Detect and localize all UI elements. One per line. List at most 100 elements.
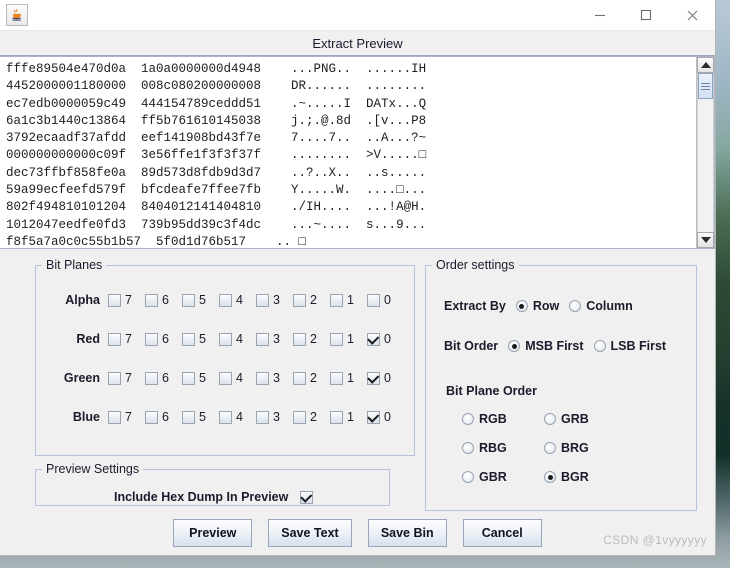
bit-plane-order-radio-gbr[interactable] [462,471,474,483]
bit-cell-red-2[interactable]: 2 [293,332,330,346]
bit-cell-alpha-7[interactable]: 7 [108,293,145,307]
bit-checkbox-green-5[interactable] [182,371,195,385]
bit-cell-blue-0[interactable]: 0 [367,410,404,424]
bit-checkbox-green-6[interactable] [145,371,158,385]
bit-cell-red-4[interactable]: 4 [219,332,256,346]
bit-cell-alpha-2[interactable]: 2 [293,293,330,307]
preview-button[interactable]: Preview [173,519,253,547]
bit-checkbox-green-0[interactable] [367,371,380,385]
hex-dump-text[interactable]: fffe89504e470d0a 1a0a0000000d4948 ...PNG… [0,57,696,248]
scrollbar-thumb[interactable] [698,73,713,99]
bit-checkbox-red-1[interactable] [330,332,343,346]
extract-by-column-radio[interactable] [569,300,582,312]
bit-plane-order-radio-rgb[interactable] [462,413,474,425]
bit-cell-green-3[interactable]: 3 [256,371,293,385]
bit-checkbox-blue-2[interactable] [293,410,306,424]
close-button[interactable] [669,1,715,30]
bit-plane-order-radio-bgr[interactable] [544,471,556,483]
bit-checkbox-blue-1[interactable] [330,410,343,424]
bit-order-option-lsb[interactable]: LSB First [593,339,666,353]
bit-checkbox-blue-6[interactable] [145,410,158,424]
bit-checkbox-red-0[interactable] [367,332,380,346]
bit-number-label-alpha-3: 3 [273,293,280,307]
bit-plane-order-option-rbg[interactable]: RBG [462,441,544,455]
bit-order-option-msb[interactable]: MSB First [508,339,584,353]
bit-checkbox-green-3[interactable] [256,371,269,385]
bit-checkbox-red-4[interactable] [219,332,232,346]
bit-checkbox-blue-0[interactable] [367,410,380,424]
bit-cell-alpha-4[interactable]: 4 [219,293,256,307]
bit-checkbox-blue-4[interactable] [219,410,232,424]
scroll-down-arrow-icon[interactable] [697,232,714,248]
bit-cell-red-3[interactable]: 3 [256,332,293,346]
bit-cell-alpha-0[interactable]: 0 [367,293,404,307]
bit-checkbox-alpha-1[interactable] [330,293,343,307]
bit-checkbox-blue-7[interactable] [108,410,121,424]
bit-plane-order-option-bgr[interactable]: BGR [544,470,626,484]
bit-cell-red-0[interactable]: 0 [367,332,404,346]
minimize-button[interactable] [577,1,623,30]
bit-cell-green-7[interactable]: 7 [108,371,145,385]
bit-cell-green-5[interactable]: 5 [182,371,219,385]
bit-checkbox-red-3[interactable] [256,332,269,346]
bit-cell-alpha-3[interactable]: 3 [256,293,293,307]
bit-cell-blue-5[interactable]: 5 [182,410,219,424]
bit-cell-blue-6[interactable]: 6 [145,410,182,424]
bit-checkbox-red-2[interactable] [293,332,306,346]
bit-checkbox-green-7[interactable] [108,371,121,385]
include-hex-dump-row[interactable]: Include Hex Dump In Preview [114,490,314,504]
bit-plane-order-radio-grb[interactable] [544,413,556,425]
bit-checkbox-red-5[interactable] [182,332,195,346]
bit-order-lsb-radio[interactable] [593,340,606,352]
bit-cell-blue-2[interactable]: 2 [293,410,330,424]
hex-dump-scrollbar[interactable] [696,57,714,248]
extract-by-option-column[interactable]: Column [569,299,633,313]
scroll-up-arrow-icon[interactable] [697,57,714,73]
bit-cell-alpha-6[interactable]: 6 [145,293,182,307]
bit-cell-green-2[interactable]: 2 [293,371,330,385]
bit-plane-order-option-grb[interactable]: GRB [544,412,626,426]
bit-checkbox-alpha-3[interactable] [256,293,269,307]
save-bin-button[interactable]: Save Bin [367,519,447,547]
save-text-button[interactable]: Save Text [268,519,352,547]
bit-plane-order-option-brg[interactable]: BRG [544,441,626,455]
bit-checkbox-red-6[interactable] [145,332,158,346]
cancel-button[interactable]: Cancel [462,519,542,547]
maximize-button[interactable] [623,1,669,30]
extract-by-row-radio[interactable] [515,300,528,312]
bit-cell-blue-1[interactable]: 1 [330,410,367,424]
bit-cell-alpha-1[interactable]: 1 [330,293,367,307]
bit-checkbox-green-4[interactable] [219,371,232,385]
bit-checkbox-blue-5[interactable] [182,410,195,424]
bit-cell-green-6[interactable]: 6 [145,371,182,385]
bit-checkbox-alpha-6[interactable] [145,293,158,307]
bit-plane-order-radio-rbg[interactable] [462,442,474,454]
scrollbar-track[interactable] [697,73,714,232]
extract-by-option-row[interactable]: Row [515,299,559,313]
bit-checkbox-alpha-0[interactable] [367,293,380,307]
bit-cell-green-4[interactable]: 4 [219,371,256,385]
bit-cell-blue-7[interactable]: 7 [108,410,145,424]
bit-cell-blue-3[interactable]: 3 [256,410,293,424]
bit-checkbox-green-1[interactable] [330,371,343,385]
bit-checkbox-blue-3[interactable] [256,410,269,424]
include-hex-dump-checkbox[interactable] [300,490,314,504]
bit-cell-green-1[interactable]: 1 [330,371,367,385]
bit-checkbox-red-7[interactable] [108,332,121,346]
bit-order-msb-radio[interactable] [508,340,521,352]
bit-cell-blue-4[interactable]: 4 [219,410,256,424]
bit-cell-alpha-5[interactable]: 5 [182,293,219,307]
bit-checkbox-green-2[interactable] [293,371,306,385]
bit-plane-order-option-rgb[interactable]: RGB [462,412,544,426]
bit-checkbox-alpha-4[interactable] [219,293,232,307]
bit-checkbox-alpha-2[interactable] [293,293,306,307]
bit-checkbox-alpha-5[interactable] [182,293,195,307]
bit-cell-red-7[interactable]: 7 [108,332,145,346]
bit-plane-order-radio-brg[interactable] [544,442,556,454]
bit-plane-order-option-gbr[interactable]: GBR [462,470,544,484]
bit-cell-red-5[interactable]: 5 [182,332,219,346]
bit-cell-red-6[interactable]: 6 [145,332,182,346]
bit-cell-red-1[interactable]: 1 [330,332,367,346]
bit-checkbox-alpha-7[interactable] [108,293,121,307]
bit-cell-green-0[interactable]: 0 [367,371,404,385]
